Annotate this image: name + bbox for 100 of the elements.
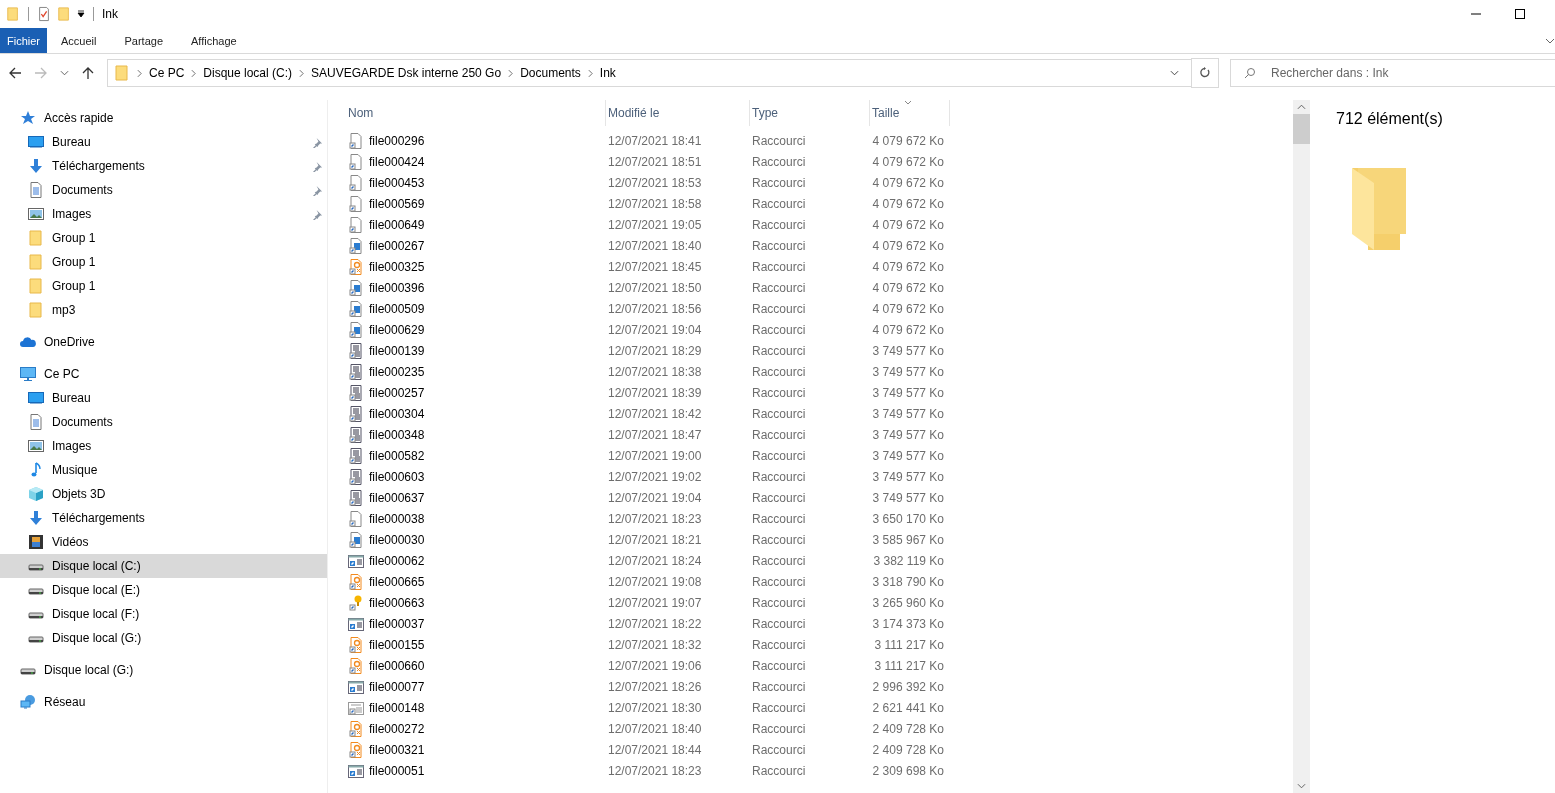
shortcut-file-icon xyxy=(348,363,364,380)
back-arrow-icon[interactable] xyxy=(8,66,22,80)
file-row[interactable]: file000272 12/07/2021 18:40 Raccourci 2 409 728 Ko xyxy=(346,718,1293,739)
ribbon-tab[interactable]: Partage xyxy=(110,28,177,53)
chevron-down-icon[interactable] xyxy=(1170,70,1179,76)
file-row[interactable]: file000038 12/07/2021 18:23 Raccourci 3 650 170 Ko xyxy=(346,508,1293,529)
file-row[interactable]: file000582 12/07/2021 19:00 Raccourci 3 749 577 Ko xyxy=(346,445,1293,466)
file-row[interactable]: file000603 12/07/2021 19:02 Raccourci 3 749 577 Ko xyxy=(346,466,1293,487)
maximize-icon[interactable] xyxy=(1515,9,1525,19)
nav-item[interactable]: Objets 3D xyxy=(0,482,327,506)
ribbon-tab[interactable]: Affichage xyxy=(177,28,251,53)
file-row[interactable]: file000424 12/07/2021 18:51 Raccourci 4 079 672 Ko xyxy=(346,151,1293,172)
file-row[interactable]: file000155 12/07/2021 18:32 Raccourci 3 111 217 Ko xyxy=(346,634,1293,655)
file-row[interactable]: file000030 12/07/2021 18:21 Raccourci 3 585 967 Ko xyxy=(346,529,1293,550)
column-header[interactable]: Type xyxy=(750,100,870,126)
file-row[interactable]: file000509 12/07/2021 18:56 Raccourci 4 079 672 Ko xyxy=(346,298,1293,319)
file-row[interactable]: file000348 12/07/2021 18:47 Raccourci 3 749 577 Ko xyxy=(346,424,1293,445)
file-size: 4 079 672 Ko xyxy=(871,259,945,274)
search-field[interactable]: Rechercher dans : Ink xyxy=(1230,59,1555,87)
column-header[interactable]: Modifié le xyxy=(606,100,750,126)
pin-icon[interactable] xyxy=(312,208,323,220)
file-row[interactable]: file000296 12/07/2021 18:41 Raccourci 4 079 672 Ko xyxy=(346,130,1293,151)
nav-item[interactable]: Bureau xyxy=(0,130,327,154)
file-row[interactable]: file000649 12/07/2021 19:05 Raccourci 4 079 672 Ko xyxy=(346,214,1293,235)
shortcut-file-icon xyxy=(348,384,364,401)
address-bar[interactable]: Ce PC Disque local (C:) SAUVEGARDE Dsk interne 250 Go Documents Ink xyxy=(107,59,1192,87)
nav-item[interactable]: Bureau xyxy=(0,386,327,410)
nav-item[interactable]: Group 1 xyxy=(0,250,327,274)
scrollbar[interactable] xyxy=(1293,100,1310,793)
breadcrumb[interactable]: Ink xyxy=(599,66,616,80)
nav-item[interactable]: Group 1 xyxy=(0,226,327,250)
scrollbar-thumb[interactable] xyxy=(1293,114,1310,144)
file-row[interactable]: file000062 12/07/2021 18:24 Raccourci 3 382 119 Ko xyxy=(346,550,1293,571)
nav-item[interactable]: OneDrive xyxy=(0,330,327,354)
nav-item[interactable]: Documents xyxy=(0,178,327,202)
refresh-button[interactable] xyxy=(1191,58,1219,88)
nav-item[interactable]: Ce PC xyxy=(0,362,327,386)
file-row[interactable]: file000321 12/07/2021 18:44 Raccourci 2 409 728 Ko xyxy=(346,739,1293,760)
nav-item[interactable]: Images xyxy=(0,434,327,458)
pin-icon[interactable] xyxy=(312,160,323,172)
nav-item[interactable]: Disque local (C:) xyxy=(0,554,327,578)
file-row[interactable]: file000629 12/07/2021 19:04 Raccourci 4 079 672 Ko xyxy=(346,319,1293,340)
breadcrumb[interactable]: Documents xyxy=(520,66,581,80)
pin-icon[interactable] xyxy=(312,136,323,148)
file-row[interactable]: file000139 12/07/2021 18:29 Raccourci 3 749 577 Ko xyxy=(346,340,1293,361)
file-row[interactable]: file000665 12/07/2021 19:08 Raccourci 3 318 790 Ko xyxy=(346,571,1293,592)
forward-arrow-icon[interactable] xyxy=(34,66,48,80)
file-row[interactable]: file000235 12/07/2021 18:38 Raccourci 3 749 577 Ko xyxy=(346,361,1293,382)
nav-item[interactable]: Disque local (G:) xyxy=(0,658,327,682)
nav-item[interactable]: mp3 xyxy=(0,298,327,322)
nav-item[interactable]: Téléchargements xyxy=(0,506,327,530)
nav-item[interactable]: Documents xyxy=(0,410,327,434)
file-row[interactable]: file000267 12/07/2021 18:40 Raccourci 4 079 672 Ko xyxy=(346,235,1293,256)
up-arrow-icon[interactable] xyxy=(81,66,95,80)
file-row[interactable]: file000051 12/07/2021 18:23 Raccourci 2 309 698 Ko xyxy=(346,760,1293,781)
column-header[interactable]: Nom xyxy=(346,100,606,126)
cloud-icon xyxy=(20,334,36,350)
breadcrumb[interactable]: SAUVEGARDE Dsk interne 250 Go xyxy=(311,66,502,80)
file-row[interactable]: file000453 12/07/2021 18:53 Raccourci 4 079 672 Ko xyxy=(346,172,1293,193)
file-type: Raccourci xyxy=(751,595,807,610)
document-icon xyxy=(28,182,44,198)
nav-item[interactable]: Group 1 xyxy=(0,274,327,298)
file-row[interactable]: file000304 12/07/2021 18:42 Raccourci 3 749 577 Ko xyxy=(346,403,1293,424)
file-row[interactable]: file000569 12/07/2021 18:58 Raccourci 4 079 672 Ko xyxy=(346,193,1293,214)
checklist-icon[interactable] xyxy=(37,6,51,22)
scroll-down-icon[interactable] xyxy=(1297,783,1306,789)
file-row[interactable]: file000660 12/07/2021 19:06 Raccourci 3 111 217 Ko xyxy=(346,655,1293,676)
nav-item[interactable]: Disque local (E:) xyxy=(0,578,327,602)
column-header[interactable]: Taille xyxy=(870,100,950,126)
ribbon-tab[interactable]: Fichier xyxy=(0,28,47,53)
chevron-icon[interactable] xyxy=(1545,37,1555,44)
file-size: 3 749 577 Ko xyxy=(871,427,945,442)
breadcrumb[interactable]: Ce PC xyxy=(149,66,185,80)
file-row[interactable]: file000037 12/07/2021 18:22 Raccourci 3 174 373 Ko xyxy=(346,613,1293,634)
file-row[interactable]: file000325 12/07/2021 18:45 Raccourci 4 079 672 Ko xyxy=(346,256,1293,277)
file-name: file000321 xyxy=(369,742,425,757)
file-row[interactable]: file000637 12/07/2021 19:04 Raccourci 3 749 577 Ko xyxy=(346,487,1293,508)
pin-icon[interactable] xyxy=(312,184,323,196)
dropdown-icon[interactable] xyxy=(77,10,85,18)
nav-item[interactable]: Images xyxy=(0,202,327,226)
file-row[interactable]: file000396 12/07/2021 18:50 Raccourci 4 079 672 Ko xyxy=(346,277,1293,298)
nav-item[interactable]: Disque local (F:) xyxy=(0,602,327,626)
nav-item[interactable]: Vidéos xyxy=(0,530,327,554)
file-name: file000077 xyxy=(369,679,425,694)
nav-item[interactable]: Téléchargements xyxy=(0,154,327,178)
file-row[interactable]: file000077 12/07/2021 18:26 Raccourci 2 996 392 Ko xyxy=(346,676,1293,697)
chevron-down-icon[interactable] xyxy=(60,70,69,76)
file-row[interactable]: file000148 12/07/2021 18:30 Raccourci 2 621 441 Ko xyxy=(346,697,1293,718)
nav-item[interactable]: Accès rapide xyxy=(0,106,327,130)
breadcrumb[interactable]: Disque local (C:) xyxy=(203,66,293,80)
nav-item[interactable]: Disque local (G:) xyxy=(0,626,327,650)
nav-item[interactable]: Réseau xyxy=(0,690,327,714)
folder-icon[interactable] xyxy=(57,6,71,22)
file-row[interactable]: file000257 12/07/2021 18:39 Raccourci 3 749 577 Ko xyxy=(346,382,1293,403)
desktop-icon xyxy=(28,390,44,406)
nav-item[interactable]: Musique xyxy=(0,458,327,482)
ribbon-tab[interactable]: Accueil xyxy=(47,28,111,53)
folder-icon[interactable] xyxy=(6,6,20,22)
file-row[interactable]: file000663 12/07/2021 19:07 Raccourci 3 265 960 Ko xyxy=(346,592,1293,613)
scroll-up-icon[interactable] xyxy=(1297,104,1306,110)
